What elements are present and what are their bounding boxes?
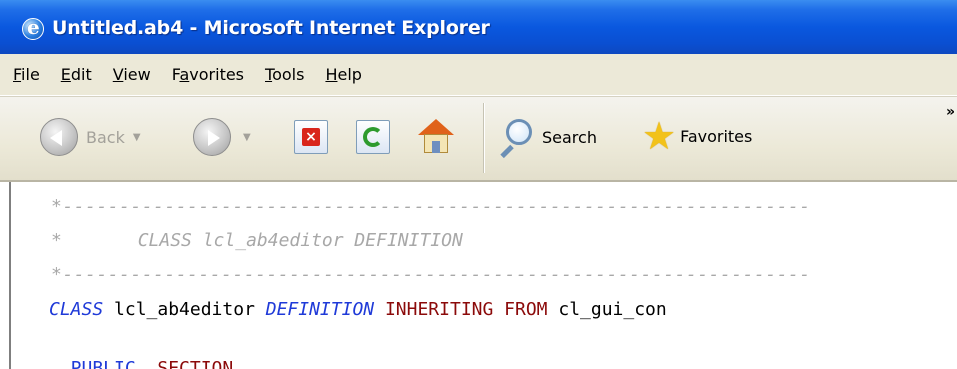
back-button[interactable]: Back ▼ — [40, 118, 141, 156]
keyword-class: CLASS — [49, 299, 104, 320]
stop-icon: × — [294, 120, 328, 154]
toolbar-separator — [483, 103, 485, 173]
keyword-inheriting-from: INHERITING FROM — [374, 299, 548, 320]
favorites-label: Favorites — [680, 126, 753, 146]
back-label: Back — [86, 127, 125, 147]
menu-favorites[interactable]: Favorites — [172, 65, 244, 84]
comment-divider: *---------------------------------------… — [51, 196, 811, 217]
title-bar[interactable]: Untitled.ab4 - Microsoft Internet Explor… — [0, 0, 957, 54]
back-dropdown-icon[interactable]: ▼ — [133, 132, 141, 143]
refresh-button[interactable] — [356, 120, 390, 154]
forward-arrow-icon — [193, 118, 231, 156]
refresh-icon — [356, 120, 390, 154]
comment-divider: *---------------------------------------… — [51, 264, 811, 285]
document-content[interactable]: *---------------------------------------… — [9, 182, 957, 369]
forward-button[interactable]: ▼ — [193, 118, 251, 156]
favorites-star-icon: ★ — [642, 114, 677, 158]
keyword-public: PUBLIC — [49, 358, 136, 369]
search-label: Search — [542, 127, 597, 147]
keyword-section: SECTION — [135, 358, 234, 369]
toolbar-overflow-icon[interactable]: » — [946, 104, 955, 120]
public-section-line: PUBLIC SECTION — [49, 358, 234, 369]
window-title: Untitled.ab4 - Microsoft Internet Explor… — [52, 17, 490, 39]
menu-bar: File Edit View Favorites Tools Help — [0, 54, 957, 96]
keyword-definition: DEFINITION — [265, 299, 375, 320]
class-definition-line: CLASS lcl_ab4editor DEFINITION INHERITIN… — [49, 299, 667, 320]
back-arrow-icon — [40, 118, 78, 156]
comment-class-definition: * CLASS lcl_ab4editor DEFINITION — [51, 230, 463, 251]
menu-help[interactable]: Help — [325, 65, 361, 84]
home-icon — [416, 117, 456, 155]
internet-explorer-icon[interactable] — [22, 15, 44, 40]
class-name: lcl_ab4editor — [103, 299, 266, 320]
menu-tools[interactable]: Tools — [265, 65, 304, 84]
forward-dropdown-icon[interactable]: ▼ — [243, 132, 251, 143]
search-icon — [496, 117, 536, 159]
home-button[interactable] — [416, 117, 456, 155]
standard-toolbar — [0, 96, 957, 182]
menu-edit[interactable]: Edit — [61, 65, 92, 84]
superclass-name: cl_gui_con — [547, 299, 667, 320]
menu-file[interactable]: File — [13, 65, 40, 84]
favorites-button[interactable]: ★ Favorites — [642, 117, 752, 155]
menu-view[interactable]: View — [113, 65, 151, 84]
stop-button[interactable]: × — [294, 120, 328, 154]
search-button[interactable]: Search — [496, 117, 597, 159]
